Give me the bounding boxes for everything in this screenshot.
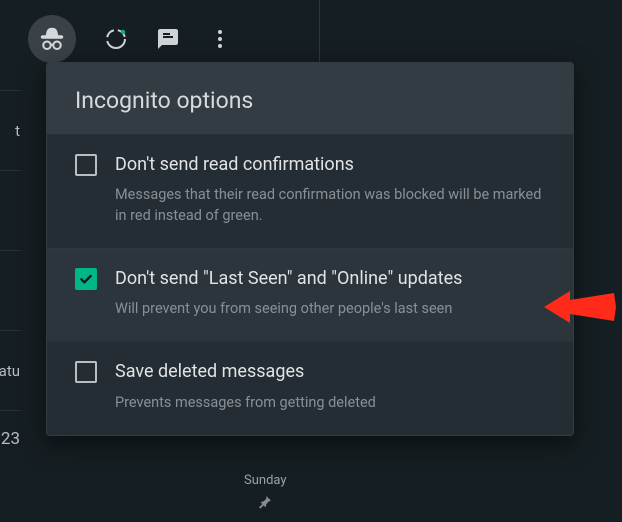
option-read-confirmations[interactable]: Don't send read confirmations Messages t… [47, 134, 573, 248]
incognito-icon [37, 24, 67, 54]
option-description: Messages that their read confirmation wa… [115, 185, 545, 226]
pin-icon [257, 494, 273, 514]
incognito-options-panel: Incognito options Don't send read confir… [46, 62, 574, 436]
option-label: Don't send read confirmations [115, 153, 545, 177]
sidebar-partial: t Satu 23 [0, 90, 22, 510]
option-description: Prevents messages from getting deleted [115, 393, 545, 413]
option-label: Save deleted messages [115, 360, 545, 384]
option-description: Will prevent you from seeing other peopl… [115, 299, 545, 319]
option-body: Don't send read confirmations Messages t… [115, 153, 545, 226]
option-save-deleted[interactable]: Save deleted messages Prevents messages … [47, 341, 573, 435]
panel-title: Incognito options [47, 63, 573, 134]
option-last-seen[interactable]: Don't send "Last Seen" and "Online" upda… [47, 248, 573, 342]
more-vert-icon [208, 27, 232, 51]
sidebar-cut-text: t [15, 122, 20, 140]
checkbox-last-seen[interactable] [75, 268, 97, 290]
option-label: Don't send "Last Seen" and "Online" upda… [115, 267, 545, 291]
more-button[interactable] [208, 27, 232, 51]
sidebar-cut-text: Satu [0, 362, 20, 380]
status-ring-button[interactable] [104, 27, 128, 51]
option-body: Don't send "Last Seen" and "Online" upda… [115, 267, 545, 320]
day-label: Sunday [244, 473, 287, 488]
checkbox-read-confirmations[interactable] [75, 154, 97, 176]
status-ring-icon [104, 27, 128, 51]
incognito-avatar[interactable] [28, 15, 76, 63]
sidebar-cut-text: 23 [1, 429, 20, 449]
chat-button[interactable] [156, 27, 180, 51]
checkbox-save-deleted[interactable] [75, 361, 97, 383]
option-body: Save deleted messages Prevents messages … [115, 360, 545, 413]
chat-icon [156, 27, 180, 51]
check-icon [78, 271, 94, 287]
